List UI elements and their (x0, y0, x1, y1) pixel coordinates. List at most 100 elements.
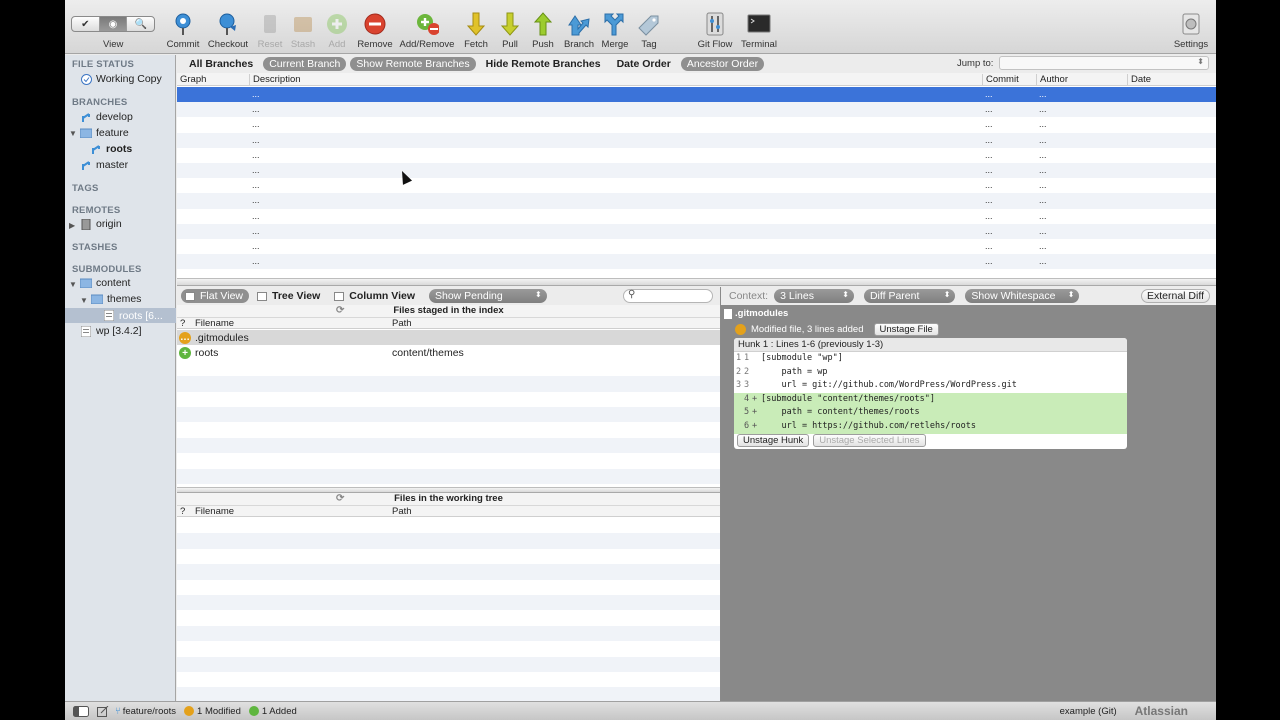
sidebar-toggle-icon[interactable] (73, 705, 89, 717)
empty-row (177, 468, 720, 484)
sidebar-item-roots[interactable]: roots (90, 143, 132, 155)
sidebar-item-themes[interactable]: themes (91, 293, 141, 305)
commit-row[interactable]: ......... (177, 223, 1216, 239)
commit-row[interactable]: ......... (177, 209, 1216, 224)
sidebar-item-wp[interactable]: wp [3.4.2] (80, 325, 142, 337)
commit-row[interactable]: ......... (177, 148, 1216, 163)
diff-added-line[interactable]: 5 + path = content/themes/roots (734, 406, 1127, 420)
working-tree-title: ⟳ Files in the working tree (177, 493, 720, 505)
description-column-header[interactable]: Description (249, 74, 301, 86)
diff-added-line[interactable]: 4 + [submodule "content/themes/roots"] (734, 392, 1127, 407)
terminal-button[interactable]: Terminal (737, 12, 781, 50)
disclosure-triangle-icon[interactable]: ▶ (69, 221, 75, 230)
sidebar-item-working-copy[interactable]: Working Copy (80, 73, 162, 85)
disclosure-triangle-icon[interactable]: ▼ (80, 296, 88, 305)
diff-context-line[interactable]: 22 path = wp (734, 366, 1127, 380)
commit-row[interactable]: ......... (177, 239, 1216, 254)
file-status-view-button[interactable]: ✔ (72, 17, 100, 31)
old-line-number: 3 (736, 380, 742, 391)
branch-icon (80, 159, 92, 171)
commit-cell: ... (985, 210, 993, 221)
author-cell: ... (1039, 195, 1047, 206)
context-select[interactable]: 3 Lines (774, 289, 854, 303)
commit-column-header[interactable]: Commit (982, 74, 1019, 86)
commit-row[interactable]: ......... (177, 132, 1216, 148)
commit-row[interactable]: ......... (177, 102, 1216, 118)
branches-header: BRANCHES (72, 97, 128, 108)
commit-row[interactable]: ......... (177, 87, 1216, 103)
sidebar-item-develop[interactable]: develop (80, 111, 133, 123)
tag-button[interactable]: Tag (627, 12, 671, 50)
hide-remote-branches-button[interactable]: Hide Remote Branches (480, 57, 607, 71)
history-view-button[interactable]: ◉ (99, 17, 128, 31)
author-column-header[interactable]: Author (1036, 74, 1068, 86)
external-diff-button[interactable]: External Diff (1141, 289, 1210, 303)
unstage-file-button[interactable]: Unstage File (873, 323, 939, 336)
unstage-hunk-button[interactable]: Unstage Hunk (737, 434, 810, 447)
description-cell: ... (252, 180, 260, 191)
view-segmented-control[interactable]: ✔ ◉ 🔍 (71, 16, 155, 32)
show-remote-branches-button[interactable]: Show Remote Branches (350, 57, 476, 71)
commit-row[interactable]: ......... (177, 178, 1216, 193)
sidebar-item-feature[interactable]: feature (80, 127, 129, 139)
ancestor-order-button[interactable]: Ancestor Order (680, 57, 765, 71)
old-line-number: 2 (736, 366, 742, 377)
filename-column-header[interactable]: Filename (195, 318, 234, 329)
file-search-input[interactable]: ⚲ (623, 289, 713, 303)
filename-column-header[interactable]: Filename (195, 506, 234, 517)
diff-file-header: .gitmodules (724, 308, 788, 319)
column-view-button[interactable]: Column View (330, 289, 421, 303)
diff-parent-select[interactable]: Diff Parent (863, 289, 956, 303)
branch-icon (567, 12, 591, 36)
current-branch-button[interactable]: Current Branch (263, 57, 347, 71)
search-view-button[interactable]: 🔍 (127, 17, 154, 31)
submodules-header: SUBMODULES (72, 264, 142, 275)
author-cell: ... (1039, 119, 1047, 130)
add-remove-button[interactable]: Add/Remove (400, 12, 454, 50)
all-branches-button[interactable]: All Branches (183, 57, 259, 71)
date-order-button[interactable]: Date Order (611, 57, 677, 71)
folder-icon (91, 293, 103, 305)
commit-row[interactable]: ......... (177, 193, 1216, 209)
status-column-header[interactable]: ? (180, 506, 185, 517)
repository-name: example (Git) (1059, 705, 1117, 717)
settings-button[interactable]: Settings (1169, 12, 1213, 50)
diff-marker: + (752, 420, 758, 431)
date-column-header[interactable]: Date (1127, 74, 1151, 86)
jump-to-select[interactable] (999, 56, 1209, 70)
commit-row[interactable]: ......... (177, 254, 1216, 270)
list-icon (185, 291, 195, 301)
compose-icon[interactable] (97, 705, 109, 717)
sidebar-item-content[interactable]: content (80, 277, 130, 289)
path-column-header[interactable]: Path (392, 318, 412, 329)
staged-files-header: ? Filename Path (177, 317, 720, 329)
author-cell: ... (1039, 165, 1047, 175)
disclosure-triangle-icon[interactable]: ▼ (69, 129, 77, 138)
status-column-header[interactable]: ? (180, 318, 185, 329)
commit-history-table[interactable]: Graph Description Commit Author Date ...… (177, 73, 1216, 278)
diff-added-line[interactable]: 6 + url = https://github.com/retlehs/root… (734, 419, 1127, 434)
commit-row[interactable]: ......... (177, 117, 1216, 132)
modified-status-icon (184, 706, 195, 716)
flat-view-button[interactable]: Flat View (181, 289, 249, 303)
sidebar-item-roots-submodule[interactable]: roots [6... (65, 308, 176, 323)
horizontal-splitter[interactable] (177, 278, 1216, 286)
unstage-selected-lines-button[interactable]: Unstage Selected Lines (813, 434, 926, 447)
sidebar-item-origin[interactable]: origin (80, 218, 122, 230)
graph-column-header[interactable]: Graph (177, 74, 206, 86)
diff-context-line[interactable]: 33 url = git://github.com/WordPress/Word… (734, 379, 1127, 393)
commit-row[interactable]: ......... (177, 163, 1216, 179)
show-whitespace-select[interactable]: Show Whitespace (965, 289, 1080, 303)
tree-view-button[interactable]: Tree View (253, 289, 326, 303)
remotes-header: REMOTES (72, 205, 121, 216)
empty-row (177, 437, 720, 454)
commit-cell: ... (985, 104, 993, 115)
path-column-header[interactable]: Path (392, 506, 412, 517)
remove-button[interactable]: Remove (353, 12, 397, 50)
sidebar-item-master[interactable]: master (80, 159, 128, 171)
staged-file-row[interactable]: + roots content/themes (177, 345, 720, 360)
disclosure-triangle-icon[interactable]: ▼ (69, 280, 77, 289)
diff-context-line[interactable]: 1 1 [submodule "wp"] (734, 352, 1127, 366)
staged-file-row[interactable]: … .gitmodules (177, 330, 720, 346)
show-pending-select[interactable]: Show Pending (429, 289, 547, 303)
